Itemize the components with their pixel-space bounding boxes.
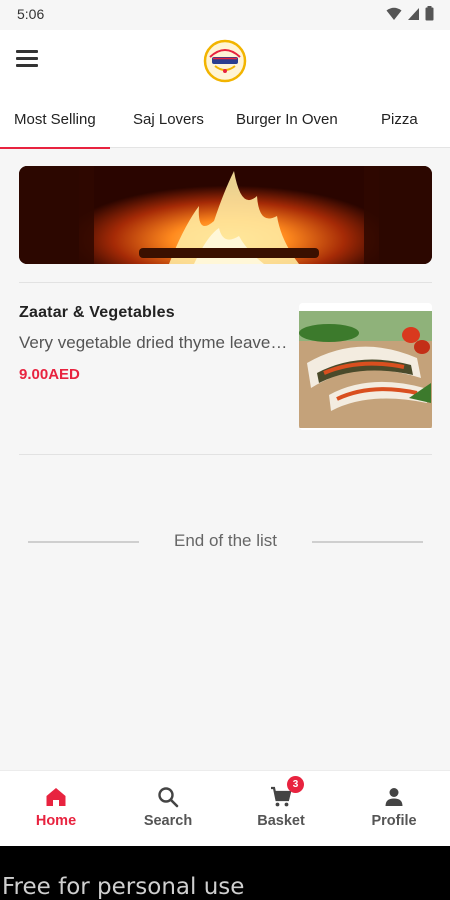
wifi-icon [386, 7, 402, 20]
tab-most-selling[interactable]: Most Selling [0, 92, 110, 149]
tab-burger-in-oven[interactable]: Burger In Oven [236, 92, 338, 148]
divider [19, 282, 432, 283]
category-tabs: Most Selling Saj Lovers Burger In Oven P… [0, 92, 450, 149]
end-line-right [312, 541, 423, 543]
wrap-sandwich-photo[interactable] [299, 303, 432, 430]
search-icon [158, 787, 179, 808]
restaurant-logo[interactable] [203, 39, 247, 83]
divider [19, 454, 432, 455]
nav-home-label: Home [35, 813, 77, 829]
fire-oven-banner [19, 166, 432, 264]
battery-icon [425, 6, 434, 21]
home-icon [46, 788, 66, 806]
status-bar: 5:06 [0, 0, 450, 30]
signal-icon [408, 7, 419, 20]
product-name: Zaatar & Vegetables [19, 304, 175, 321]
tab-pizza[interactable]: Pizza [381, 92, 418, 148]
hamburger-menu-icon[interactable] [16, 50, 40, 70]
person-icon [385, 788, 403, 806]
app-bar [0, 30, 450, 92]
nav-search-label: Search [143, 813, 193, 829]
status-time: 5:06 [17, 6, 45, 22]
tab-saj-lovers[interactable]: Saj Lovers [133, 92, 204, 148]
product-price: 9.00AED [19, 366, 80, 383]
status-icons [386, 6, 434, 21]
nav-home[interactable]: Home [0, 771, 112, 847]
nav-profile-label: Profile [371, 813, 417, 829]
nav-search[interactable]: Search [112, 771, 224, 847]
product-description: Very vegetable dried thyme leaves with o… [19, 333, 291, 352]
nav-profile[interactable]: Profile [338, 771, 450, 847]
watermark-bar: Free for personal use [0, 846, 450, 900]
banner-image [19, 166, 432, 264]
basket-count-badge: 3 [287, 776, 304, 793]
nav-basket[interactable]: 3 Basket [225, 771, 337, 847]
end-of-list: End of the list [28, 528, 423, 554]
watermark-text: Free for personal use [2, 874, 245, 900]
product-card[interactable]: Zaatar & Vegetables Very vegetable dried… [19, 298, 432, 432]
bottom-navigation: Home Search 3 Basket Profile [0, 770, 450, 846]
nav-basket-label: Basket [257, 813, 305, 829]
